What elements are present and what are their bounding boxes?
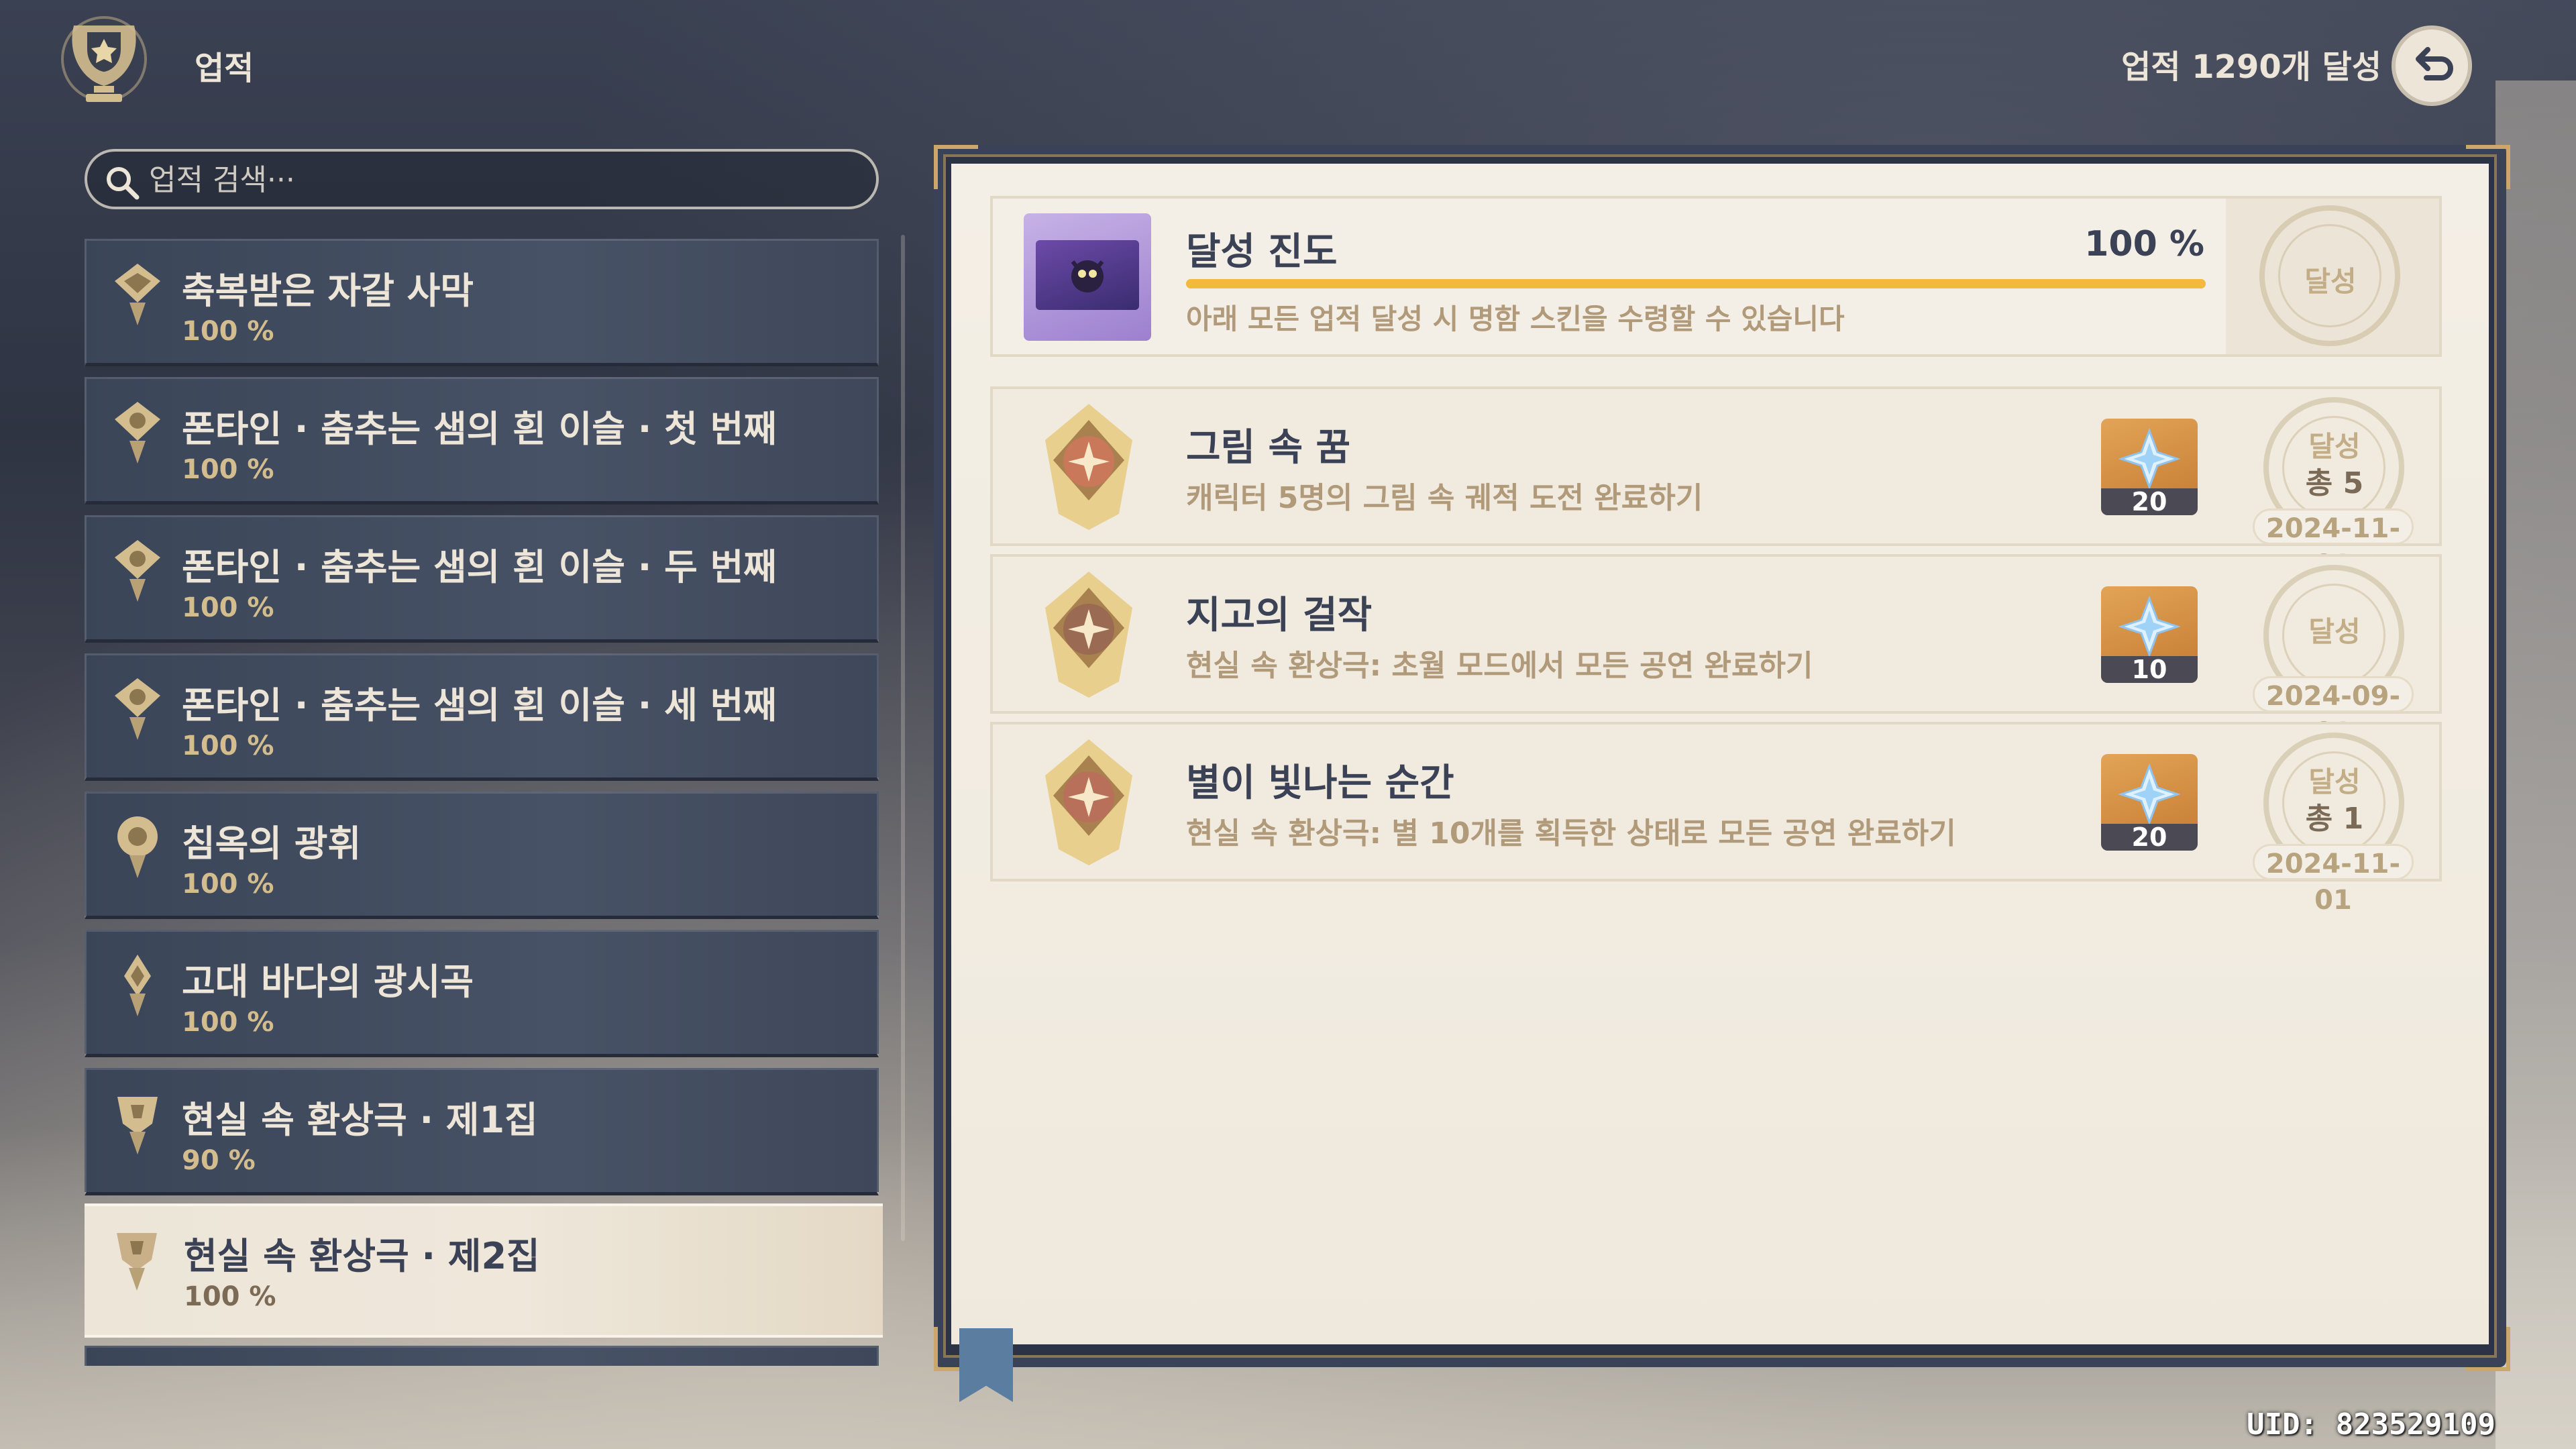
achievement-title: 지고의 걸작 [1186,594,1373,637]
reward-item[interactable]: 20 [2101,419,2198,515]
namecard-icon [1071,260,1104,292]
primogem-icon [2118,763,2180,825]
category-item[interactable]: 고대 바다의 광시곡 100 % [85,930,879,1057]
achievement-category-icon [117,816,158,878]
achievement-item[interactable]: 지고의 걸작 현실 속 환상극: 초월 모드에서 모든 공연 완료하기 10 달… [990,554,2442,748]
progress-card: 달성 진도 100 % 아래 모든 업적 달성 시 명함 스킨을 수령할 수 있… [990,196,2442,357]
achievement-description: 현실 속 환상극: 별 10개를 획득한 상태로 모든 공연 완료하기 [1186,816,1956,851]
category-scrollbar[interactable] [901,235,905,1241]
category-name: 침옥의 광휘 [182,822,362,865]
completion-stamp: 달성 [2243,205,2423,346]
reward-count: 20 [2101,488,2198,515]
back-button[interactable] [2392,25,2472,106]
progress-title: 달성 진도 [1186,230,1338,274]
reward-count: 10 [2101,656,2198,683]
medal-icon [1045,739,1132,865]
achievement-title: 그림 속 꿈 [1186,426,1351,470]
completion-stamp: 달성 총 5 2024-11-01 [2247,397,2427,580]
trophy-icon [47,12,161,113]
category-name: 현실 속 환상극 · 제1집 [182,1099,538,1141]
completion-date: 2024-11-01 [2253,844,2414,916]
achievement-category-icon [117,1097,158,1155]
category-percent: 100 % [184,1281,276,1312]
completion-stamp: 달성 2024-09-01 [2247,565,2427,748]
stamp-label: 달성 [2308,615,2361,648]
achievement-description: 캐릭터 5명의 그림 속 궤적 도전 완료하기 [1186,481,1703,515]
achievement-item[interactable]: 그림 속 꿈 캐릭터 5명의 그림 속 궤적 도전 완료하기 20 달성 총 5… [990,386,2442,580]
category-percent: 100 % [182,454,274,485]
category-name: 폰타인 · 춤추는 샘의 흰 이슬 · 첫 번째 [182,408,777,450]
achievement-title: 별이 빛나는 순간 [1186,761,1454,805]
reward-count: 20 [2101,824,2198,851]
progress-bar-fill [1186,279,2206,288]
progress-value: 100 % [2084,224,2204,264]
primogem-icon [2118,428,2180,490]
search-icon [107,167,140,200]
category-percent: 100 % [182,1007,274,1038]
reward-item[interactable]: 20 [2101,754,2198,851]
category-name: 축복받은 자갈 사막 [182,270,474,312]
category-name: 폰타인 · 춤추는 샘의 흰 이슬 · 세 번째 [182,684,777,727]
category-item[interactable]: 축복받은 자갈 사막 100 % [85,239,879,366]
completion-date: 2024-11-01 [2253,508,2414,580]
achievement-category-icon [115,678,160,740]
category-item-selected[interactable]: 현실 속 환상극 · 제2집 100 % [85,1203,883,1338]
progress-bar [1186,279,2206,288]
completion-stamp: 달성 총 1 2024-11-01 [2247,733,2427,916]
back-arrow-icon [2416,47,2453,80]
category-percent: 100 % [182,731,274,761]
search-input[interactable] [148,157,861,203]
category-item[interactable]: 폰타인 · 춤추는 샘의 흰 이슬 · 세 번째 100 % [85,653,879,781]
category-percent: 100 % [182,869,274,900]
page-title: 업적 [195,50,254,87]
progress-stamp-area: 달성 [2226,199,2439,354]
stamp-total: 총 5 [2305,466,2364,500]
medal-icon [1045,404,1132,530]
achievement-item[interactable]: 별이 빛나는 순간 현실 속 환상극: 별 10개를 획득한 상태로 모든 공연… [990,722,2442,916]
category-name: 현실 속 환상극 · 제2집 [184,1235,540,1277]
achievement-category-icon [124,955,151,1016]
stamp-label: 달성 [2304,265,2357,298]
category-percent: 100 % [182,592,274,623]
reward-item[interactable]: 10 [2101,586,2198,683]
achievement-category-icon [115,402,160,464]
achievement-category-icon [115,264,160,325]
stamp-total: 총 1 [2305,802,2364,836]
medal-icon [1045,572,1132,698]
category-item[interactable]: 폰타인 · 춤추는 샘의 흰 이슬 · 첫 번째 100 % [85,377,879,504]
category-item-partial[interactable] [85,1346,879,1366]
namecard-thumbnail [1024,213,1151,341]
search-box[interactable] [85,149,879,209]
category-percent: 90 % [182,1145,256,1176]
category-percent: 100 % [182,316,274,347]
category-item[interactable]: 현실 속 환상극 · 제1집 90 % [85,1068,879,1195]
category-item[interactable]: 침옥의 광휘 100 % [85,792,879,919]
category-name: 폰타인 · 춤추는 샘의 흰 이슬 · 두 번째 [182,546,777,588]
category-name: 고대 바다의 광시곡 [182,961,474,1003]
achievement-count: 업적 1290개 달성 [2121,48,2381,86]
uid-label: UID: 823529109 [2247,1407,2496,1442]
category-list: 축복받은 자갈 사막 100 % 폰타인 · 춤추는 샘의 흰 이슬 · 첫 번… [85,239,883,1366]
achievement-category-icon [115,540,160,602]
completion-date: 2024-09-01 [2253,676,2414,748]
progress-description: 아래 모든 업적 달성 시 명함 스킨을 수령할 수 있습니다 [1186,303,1845,335]
achievement-description: 현실 속 환상극: 초월 모드에서 모든 공연 완료하기 [1186,649,1813,683]
category-item[interactable]: 폰타인 · 춤추는 샘의 흰 이슬 · 두 번째 100 % [85,515,879,643]
primogem-icon [2118,596,2180,657]
achievement-category-icon [117,1233,157,1291]
